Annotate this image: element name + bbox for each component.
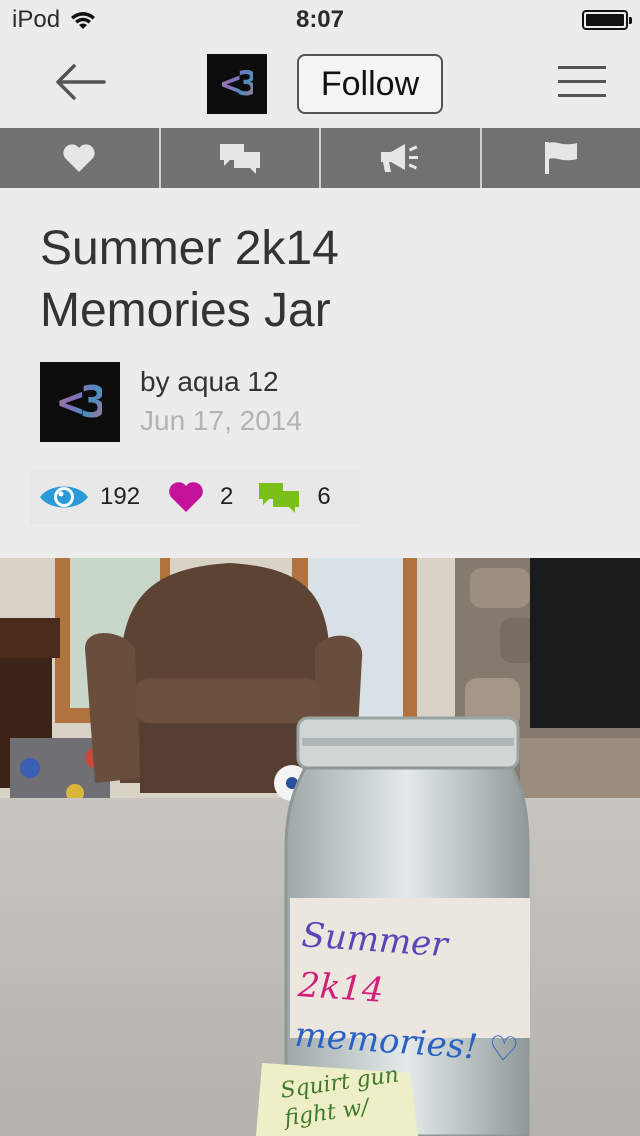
- comment-icon: [259, 483, 300, 513]
- jar-label-text: Summer 2k14 memories! ♡: [293, 910, 533, 1076]
- eye-icon: [40, 486, 88, 508]
- heart-icon: [169, 482, 203, 512]
- back-arrow-icon[interactable]: [52, 60, 112, 104]
- post-photo[interactable]: Summer 2k14 memories! ♡ Squirt gun fight…: [0, 558, 640, 1136]
- post-title-line2: Memories Jar: [40, 284, 331, 337]
- action-bar: [0, 128, 640, 188]
- flag-button[interactable]: [481, 128, 640, 188]
- comment-icon: [219, 144, 260, 174]
- likes-stat: 2: [168, 481, 233, 513]
- likes-count: 2: [220, 483, 234, 510]
- post-date: Jun 17, 2014: [140, 405, 302, 436]
- follow-button[interactable]: Follow: [297, 54, 443, 114]
- like-button[interactable]: [0, 128, 161, 188]
- comment-button[interactable]: [160, 128, 321, 188]
- status-bar: iPod 8:07: [0, 0, 640, 40]
- jar-label-word-summer: Summer: [300, 915, 449, 966]
- megaphone-icon: [381, 144, 419, 172]
- menu-icon[interactable]: [556, 64, 610, 100]
- post-title: Summer 2k14 Memories Jar: [40, 218, 600, 342]
- author-name[interactable]: by aqua 12: [140, 366, 279, 398]
- author-avatar-text: <3: [57, 376, 107, 428]
- status-time: 8:07: [295, 6, 345, 33]
- battery-icon: [582, 10, 632, 30]
- post-title-line1: Summer 2k14: [40, 222, 339, 275]
- comments-count: 6: [317, 483, 331, 510]
- heart-icon: [63, 144, 95, 172]
- post-stats: 192 2 6: [30, 470, 360, 524]
- views-stat: 192: [38, 481, 140, 513]
- jar-label-word-2k14: 2k14: [296, 965, 385, 1011]
- comments-stat: 6: [257, 481, 331, 513]
- flag-icon: [544, 142, 577, 174]
- author-avatar[interactable]: <3: [40, 362, 120, 442]
- share-button[interactable]: [321, 128, 482, 188]
- views-count: 192: [100, 483, 141, 510]
- avatar-text: <3: [220, 64, 258, 104]
- profile-avatar[interactable]: <3: [207, 54, 267, 114]
